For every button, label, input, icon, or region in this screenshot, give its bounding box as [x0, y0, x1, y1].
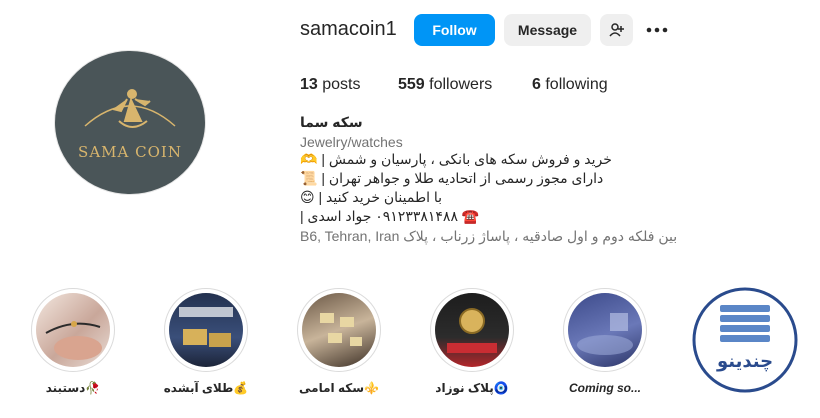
profile-category: Jewelry/watches — [300, 134, 403, 150]
followers-link[interactable]: 559 followers — [398, 76, 492, 94]
highlight-chandino-logo[interactable]: چندینو — [692, 287, 798, 393]
add-user-icon — [608, 23, 624, 37]
more-horizontal-icon — [646, 27, 668, 33]
following-link[interactable]: 6 following — [532, 76, 608, 94]
message-button[interactable]: Message — [504, 14, 591, 46]
chandino-logo-icon: چندینو — [692, 287, 798, 393]
follow-button[interactable]: Follow — [414, 14, 495, 46]
bio-line: ☎️ ۰۹۱۲۳۳۸۱۴۸۸ جواد اسدی | — [300, 208, 480, 224]
highlight-label: Coming so... — [569, 381, 641, 395]
posts-count: 13 posts — [300, 76, 361, 93]
coins-photo-icon — [320, 313, 362, 346]
profile-bio: سکه سما Jewelry/watches خرید و فروش سکه … — [300, 114, 680, 245]
profile-address: B6, Tehran, Iran بین فلکه دوم و اول صادق… — [300, 228, 678, 244]
gold-medal-photo-icon — [447, 308, 497, 353]
dervish-logo-icon — [84, 89, 176, 128]
highlight-coming-soon[interactable]: Coming so... — [562, 288, 648, 395]
bracelet-photo-icon — [45, 321, 102, 360]
profile-full-name: سکه سما — [300, 114, 363, 130]
bio-line: خرید و فروش سکه های بانکی ، پارسیان و شم… — [300, 151, 612, 167]
coming-soon-photo-icon — [577, 313, 633, 355]
highlight-bracelet[interactable]: دستبند🥀 — [30, 288, 116, 395]
logo-text: چندینو — [716, 351, 773, 372]
highlight-label: سکه امامی⚜️ — [299, 381, 379, 395]
highlight-emami-coin[interactable]: سکه امامی⚜️ — [296, 288, 382, 395]
bio-line: دارای مجوز رسمی از اتحادیه طلا و جواهر ت… — [300, 170, 604, 186]
profile-username: samacoin1 — [300, 18, 397, 40]
highlight-melted-gold[interactable]: طلای آبشده💰 — [163, 288, 249, 395]
highlight-label: طلای آبشده💰 — [163, 381, 249, 395]
suggest-user-button[interactable] — [600, 14, 633, 46]
highlight-baby-plate[interactable]: پلاک نوزاد🧿 — [429, 288, 515, 395]
highlight-label: پلاک نوزاد🧿 — [435, 381, 509, 395]
profile-avatar[interactable]: SAMA COIN — [55, 51, 205, 194]
highlight-label: دستبند🥀 — [45, 381, 101, 395]
more-options-button[interactable] — [645, 18, 669, 42]
gold-bars-photo-icon — [179, 307, 233, 347]
bio-line: با اطمینان خرید کنید | 😊 — [300, 189, 443, 205]
avatar-brand-text: SAMA COIN — [78, 143, 182, 161]
